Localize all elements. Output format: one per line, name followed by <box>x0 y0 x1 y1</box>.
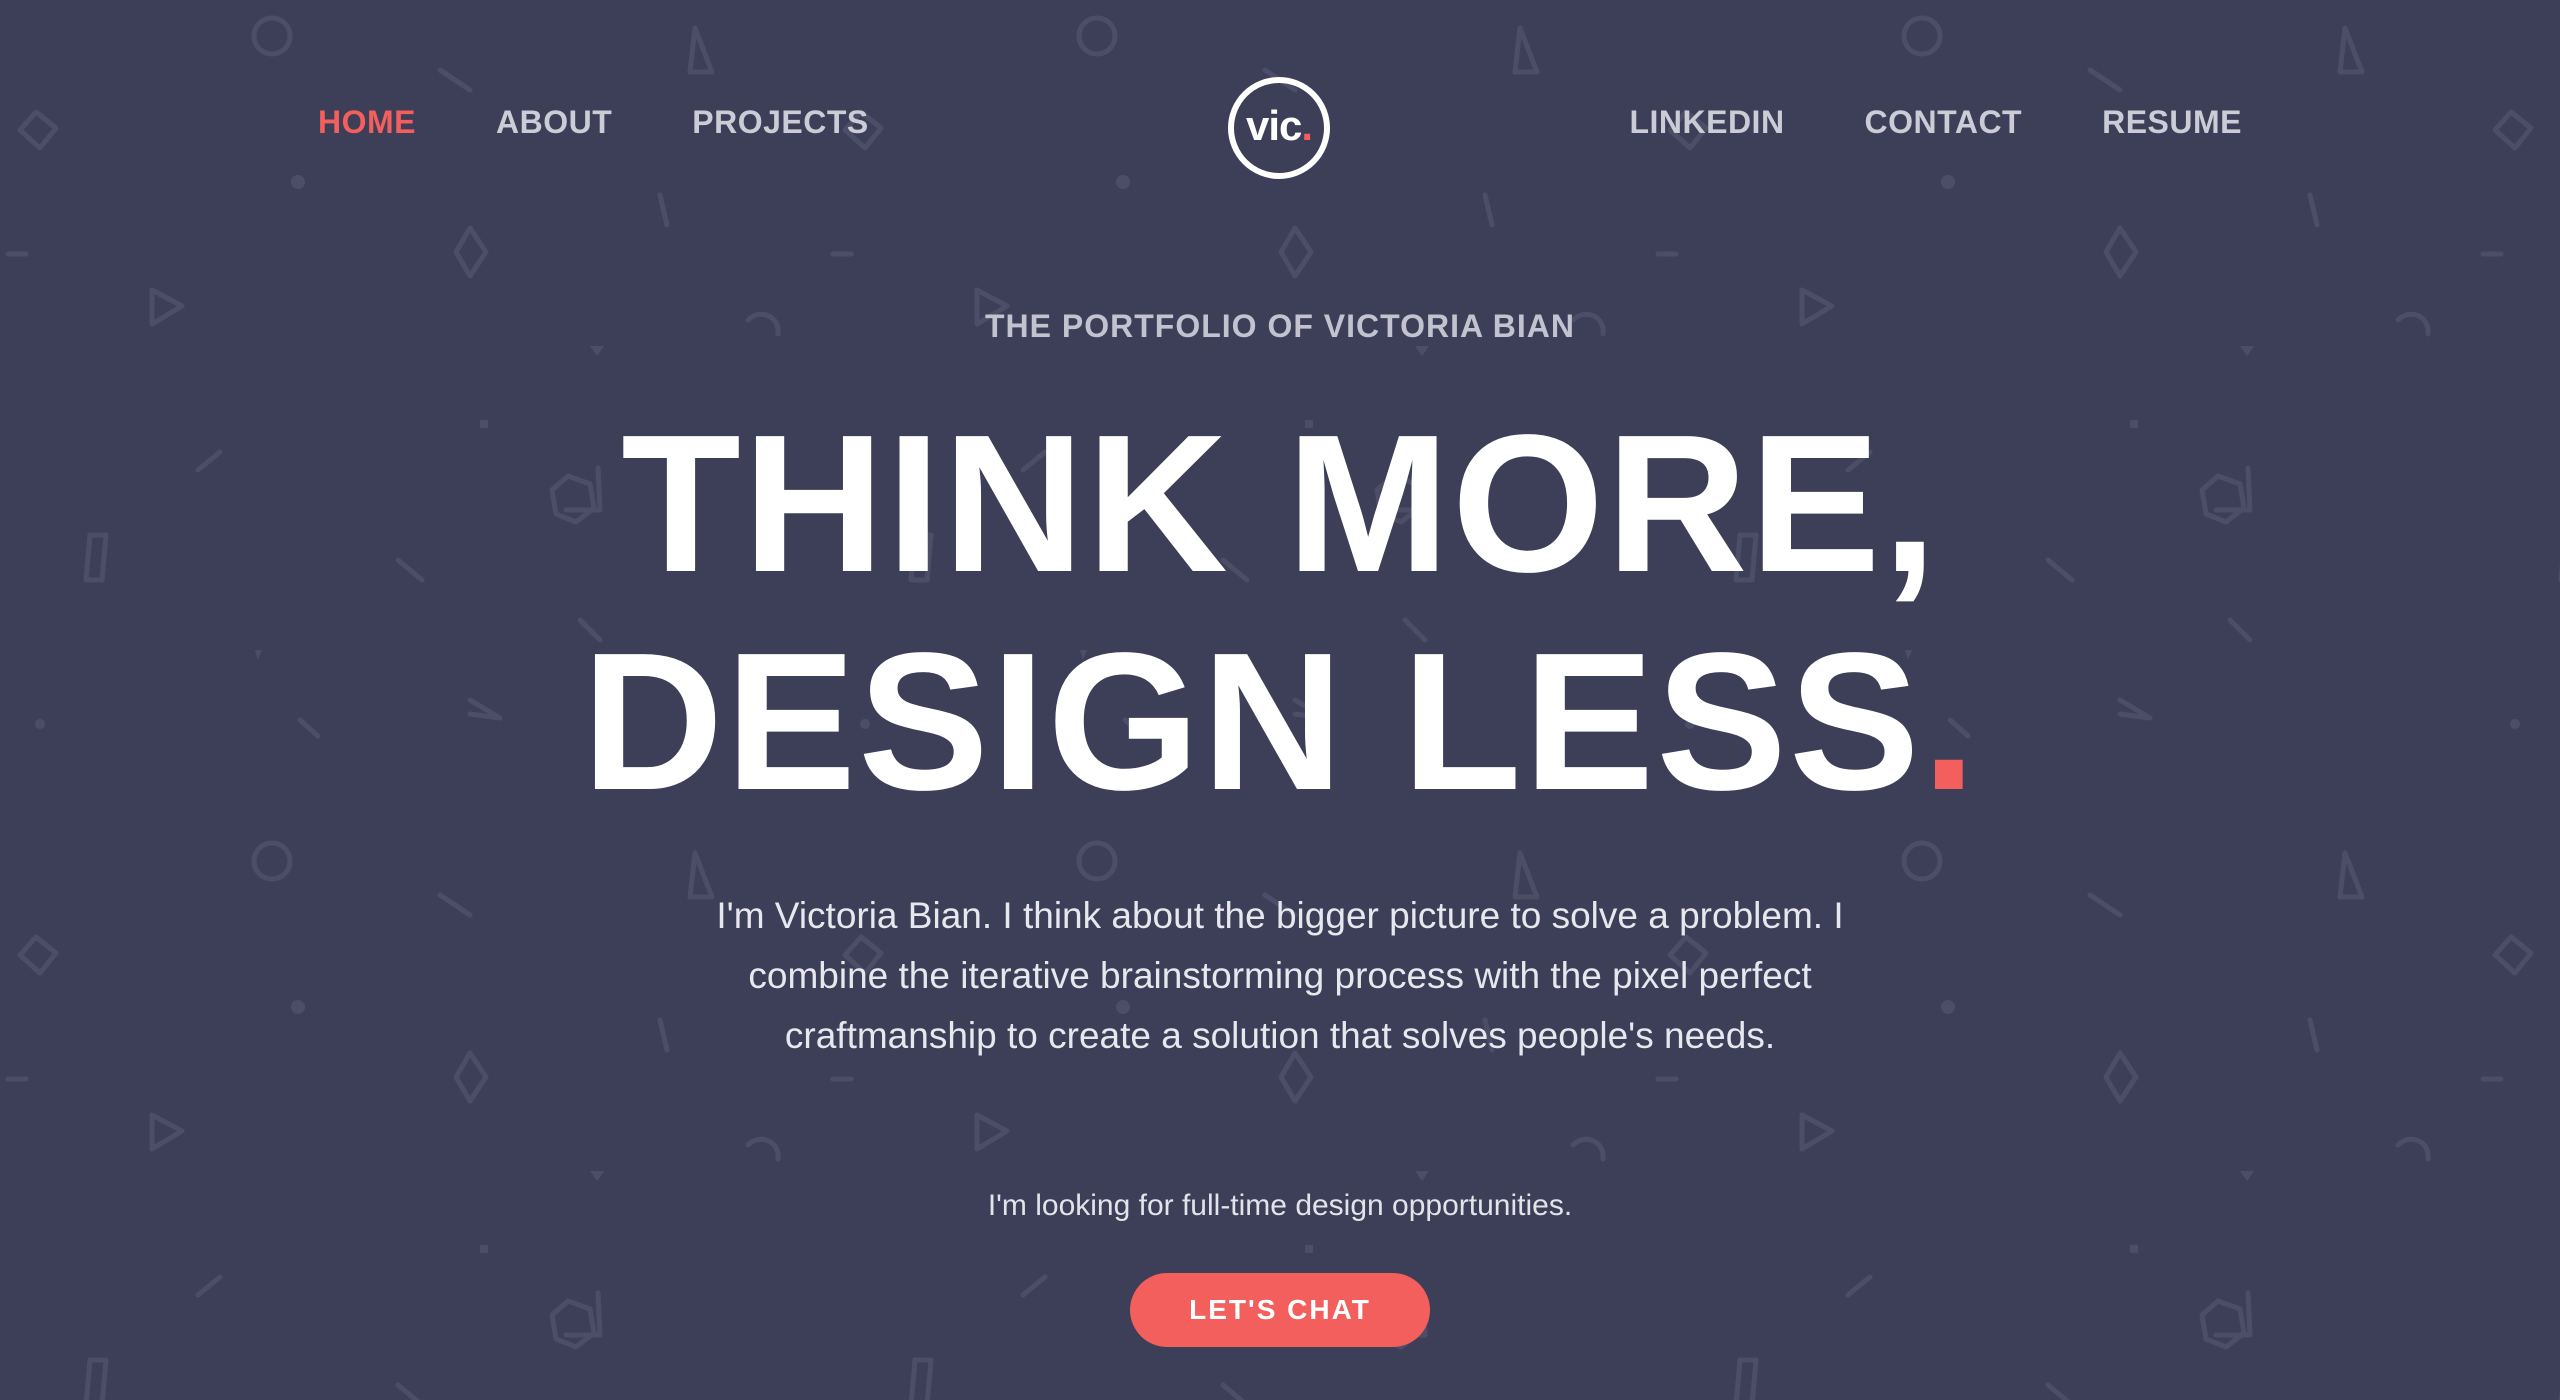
nav-resume-link[interactable]: RESUME <box>2102 104 2242 141</box>
lets-chat-button[interactable]: LET'S CHAT <box>1130 1273 1430 1347</box>
hero-headline: THINK MORE, DESIGN LESS. <box>0 395 2560 831</box>
headline-accent-dot: . <box>1921 612 1979 831</box>
hero-eyebrow: THE PORTFOLIO OF VICTORIA BIAN <box>985 308 1575 344</box>
headline-line-2: DESIGN LESS. <box>0 613 2560 831</box>
logo-dot: . <box>1301 102 1313 149</box>
nav-linkedin-link[interactable]: LINKEDIN <box>1629 104 1784 141</box>
logo-text: vic. <box>1245 102 1313 150</box>
logo-wordmark: vic <box>1245 102 1302 149</box>
primary-nav: HOME ABOUT PROJECTS <box>318 96 949 148</box>
hero-intro: I'm Victoria Bian. I think about the big… <box>716 895 1844 1056</box>
nav-about-link[interactable]: ABOUT <box>496 104 612 141</box>
headline-line-2-text: DESIGN LESS <box>581 612 1922 831</box>
headline-line-1: THINK MORE, <box>621 394 1939 613</box>
nav-contact-link[interactable]: CONTACT <box>1865 104 2023 141</box>
page: HOME ABOUT PROJECTS vic. LINKEDIN CONTAC… <box>0 0 2560 1400</box>
nav-projects-link[interactable]: PROJECTS <box>692 104 868 141</box>
nav-home-link[interactable]: HOME <box>318 104 416 141</box>
secondary-nav: LINKEDIN CONTACT RESUME <box>1549 96 2242 148</box>
logo[interactable]: vic. <box>1228 77 1330 179</box>
hero-seeking-text: I'm looking for full-time design opportu… <box>987 1189 1573 1222</box>
